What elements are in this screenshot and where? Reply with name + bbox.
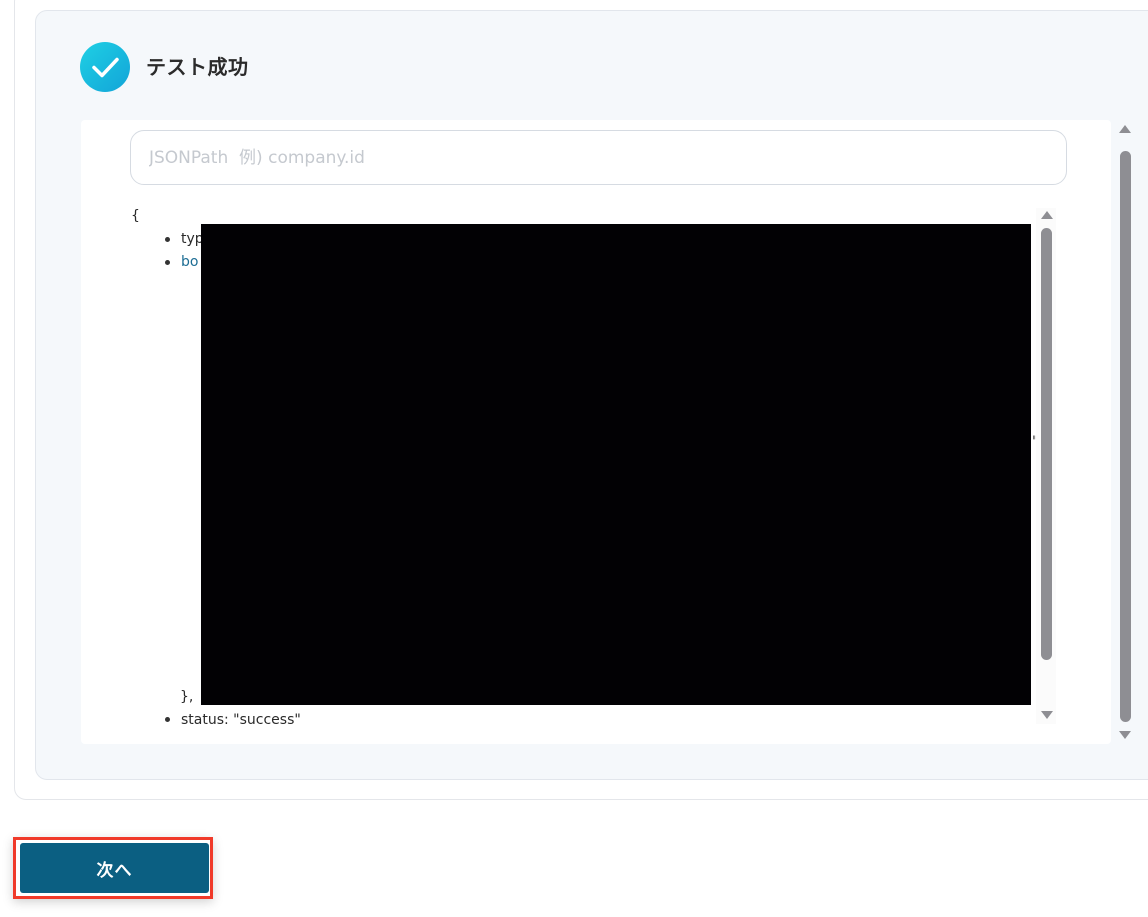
json-item-status: status: "success": [181, 712, 301, 728]
outer-scroll-up-icon[interactable]: [1119, 125, 1131, 133]
json-item-body[interactable]: bo: [181, 253, 198, 271]
redacted-block: [201, 224, 1031, 705]
inner-scroll-up-icon[interactable]: [1041, 211, 1053, 219]
check-circle-icon: [80, 42, 130, 92]
inner-scroll-down-icon[interactable]: [1041, 711, 1053, 719]
json-close-brace: },: [180, 689, 194, 705]
list-bullet: [165, 237, 170, 242]
test-success-title: テスト成功: [146, 55, 249, 79]
list-bullet: [165, 717, 170, 722]
outer-scrollbar-thumb[interactable]: [1120, 151, 1131, 722]
json-open-brace: {: [131, 208, 140, 224]
next-button[interactable]: 次へ: [20, 843, 209, 893]
jsonpath-search-input[interactable]: [130, 130, 1067, 185]
inner-scrollbar-thumb[interactable]: [1041, 228, 1052, 660]
list-bullet: [165, 260, 170, 265]
outer-scroll-down-icon[interactable]: [1119, 731, 1131, 739]
